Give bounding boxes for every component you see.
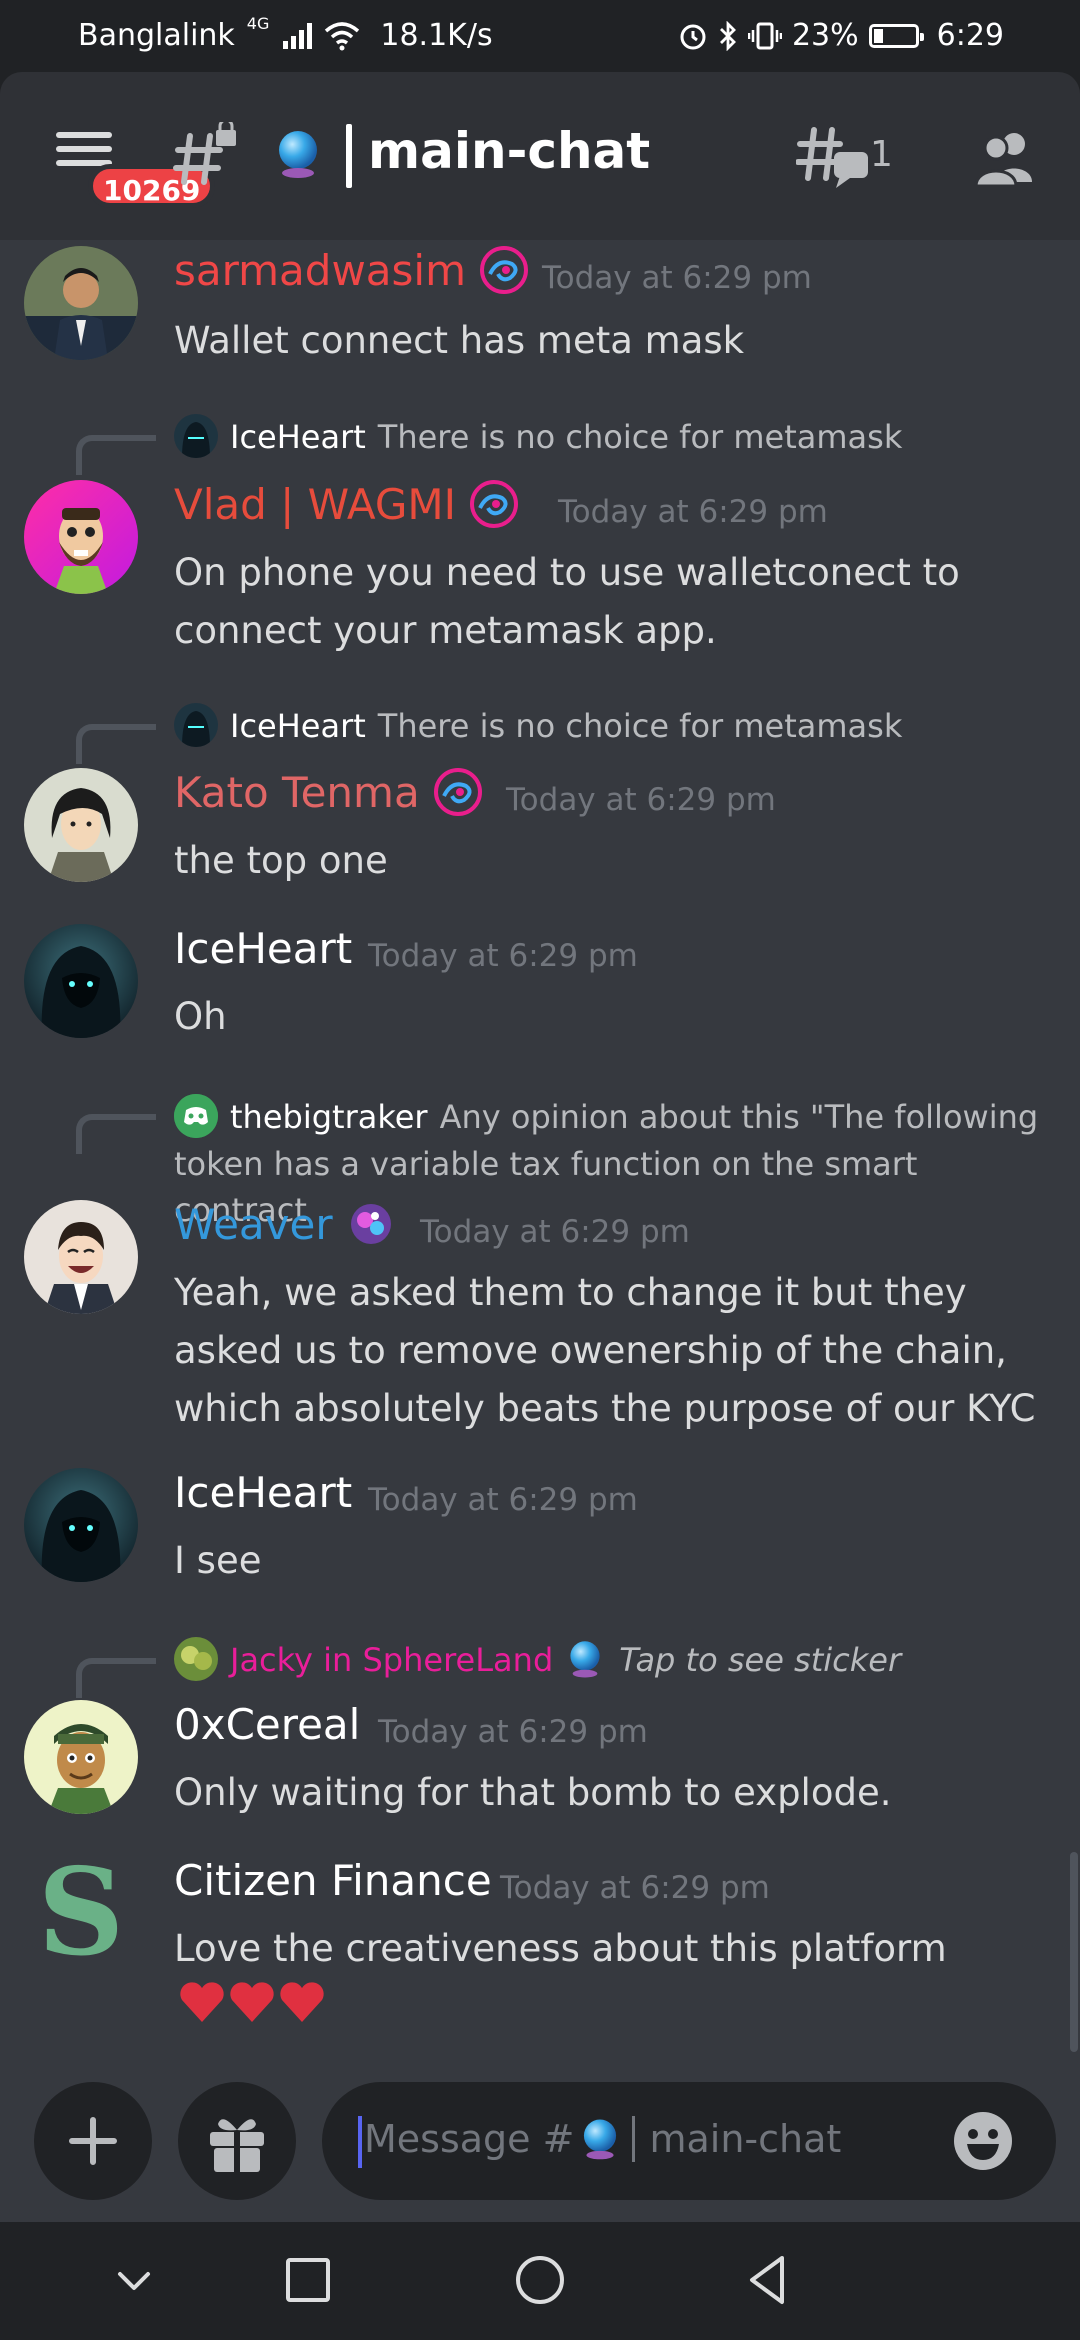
reply-preview[interactable]: IceHeart There is no choice for metamask: [174, 703, 1054, 750]
network-type: 4G: [246, 14, 270, 33]
crystal-ball-icon: [584, 2119, 617, 2160]
reply-author: IceHeart: [230, 418, 366, 456]
avatar[interactable]: [24, 246, 138, 360]
reply-avatar: [174, 1637, 218, 1681]
reply-connector: [76, 1658, 156, 1698]
threads-icon[interactable]: [796, 122, 876, 194]
bluetooth-icon: [719, 20, 736, 51]
message-timestamp: Today at 6:29 pm: [378, 1714, 648, 1750]
reply-author: IceHeart: [230, 707, 366, 745]
message-timestamp: Today at 6:29 pm: [506, 782, 776, 818]
reply-author: Jacky in SphereLand: [230, 1641, 554, 1679]
channel-title: main-chat: [368, 122, 651, 180]
wifi-icon: [325, 21, 360, 50]
gift-icon: [210, 2119, 264, 2174]
crystal-ball-icon: [279, 131, 317, 178]
message-timestamp: Today at 6:29 pm: [368, 1482, 638, 1518]
carrier-name: Banglalink: [78, 18, 235, 53]
heart-emojis: [178, 1978, 328, 2043]
reply-connector: [76, 435, 156, 475]
avatar[interactable]: S: [24, 1856, 138, 1970]
crystal-ball-icon: [570, 1641, 600, 1678]
message-timestamp: Today at 6:29 pm: [558, 494, 828, 530]
svg-text:S: S: [38, 1856, 125, 1970]
add-attachment-button[interactable]: [34, 2082, 152, 2200]
battery-percent: 23%: [791, 18, 859, 53]
text-caret: [358, 2116, 362, 2168]
message-author[interactable]: sarmadwasim: [174, 245, 530, 300]
smile-icon[interactable]: [952, 2110, 1014, 2172]
message-timestamp: Today at 6:29 pm: [368, 938, 638, 974]
reply-connector: [76, 1114, 156, 1154]
avatar[interactable]: [24, 1200, 138, 1314]
message-author[interactable]: 0xCereal: [174, 1700, 360, 1749]
message-text: the top one: [174, 839, 388, 882]
reply-connector: [76, 724, 156, 764]
reply-author: thebigtraker: [230, 1098, 428, 1136]
message-timestamp: Today at 6:29 pm: [500, 1870, 770, 1906]
reply-avatar: [174, 1094, 218, 1138]
signal-icon: [283, 22, 313, 49]
plus-icon: [69, 2117, 117, 2165]
threads-count: 1: [870, 134, 893, 175]
reply-text: Any opinion about this "The following: [439, 1098, 1039, 1136]
message-text: I see: [174, 1539, 262, 1582]
role-emblem-icon: [433, 767, 482, 816]
avatar[interactable]: [24, 1468, 138, 1582]
role-emblem-icon: [470, 479, 519, 528]
message-timestamp: Today at 6:29 pm: [420, 1214, 690, 1250]
role-emblem-icon: [480, 245, 529, 294]
vibrate-icon: [747, 22, 782, 49]
message-author[interactable]: Vlad | WAGMI: [174, 479, 520, 534]
message-text: Love the creativeness about this platfor…: [174, 1920, 1064, 2043]
sticker-link[interactable]: Tap to see sticker: [619, 1641, 901, 1679]
recents-icon[interactable]: [278, 2250, 338, 2310]
gift-button[interactable]: [178, 2082, 296, 2200]
channel-header: 10269 main-chat 1: [0, 72, 1080, 240]
message-input[interactable]: Message # main-chat: [322, 2082, 1056, 2200]
role-emblem-icon: [350, 1203, 391, 1244]
scrollbar[interactable]: [1070, 1852, 1078, 2052]
message-text: Wallet connect has meta mask: [174, 319, 745, 362]
reply-text: There is no choice for metamask: [377, 707, 903, 745]
message-author[interactable]: IceHeart: [174, 1468, 352, 1517]
home-icon[interactable]: [510, 2250, 570, 2310]
message-author[interactable]: Weaver: [174, 1200, 397, 1254]
avatar[interactable]: [24, 924, 138, 1038]
message-text: Yeah, we asked them to change it but the…: [174, 1271, 1036, 1430]
message-text: Only waiting for that bomb to explode.: [174, 1771, 892, 1814]
avatar[interactable]: [24, 1700, 138, 1814]
avatar[interactable]: [24, 768, 138, 882]
back-icon[interactable]: [738, 2250, 798, 2310]
header-bar: 10269 main-chat 1: [0, 72, 1080, 240]
message-author[interactable]: Citizen Finance: [174, 1856, 492, 1905]
status-bar: Banglalink 4G 18.1K/s 23% 6:29: [0, 0, 1080, 72]
network-speed: 18.1K/s: [380, 18, 493, 53]
message-author[interactable]: IceHeart: [174, 924, 352, 973]
app-root: Banglalink 4G 18.1K/s 23% 6:29 10269 mai…: [0, 0, 1080, 2340]
system-nav-bar: [0, 2222, 1080, 2340]
message-list[interactable]: sarmadwasim Today at 6:29 pm Wallet conn…: [0, 240, 1080, 2070]
alarm-icon: [680, 24, 706, 49]
avatar[interactable]: [24, 480, 138, 594]
composer-bar: Message # main-chat: [0, 2070, 1080, 2222]
members-icon[interactable]: [974, 126, 1038, 190]
message-text: On phone you need to use walletconect to…: [174, 551, 960, 652]
reply-preview[interactable]: Jacky in SphereLand Tap to see sticker: [174, 1637, 1054, 1684]
message-timestamp: Today at 6:29 pm: [542, 260, 812, 296]
message-author[interactable]: Kato Tenma: [174, 767, 484, 822]
message-text: Oh: [174, 995, 227, 1038]
message-placeholder: Message # main-chat: [364, 2116, 842, 2162]
reply-avatar: [174, 703, 218, 747]
reply-text: There is no choice for metamask: [377, 418, 903, 456]
reply-avatar: [174, 414, 218, 458]
locked-hash-icon: [173, 122, 236, 185]
battery-icon: [868, 23, 924, 48]
channel-separator: [346, 124, 352, 188]
chevron-down-icon[interactable]: [104, 2250, 164, 2310]
reply-preview[interactable]: IceHeart There is no choice for metamask: [174, 414, 1054, 461]
clock: 6:29: [936, 18, 1004, 53]
